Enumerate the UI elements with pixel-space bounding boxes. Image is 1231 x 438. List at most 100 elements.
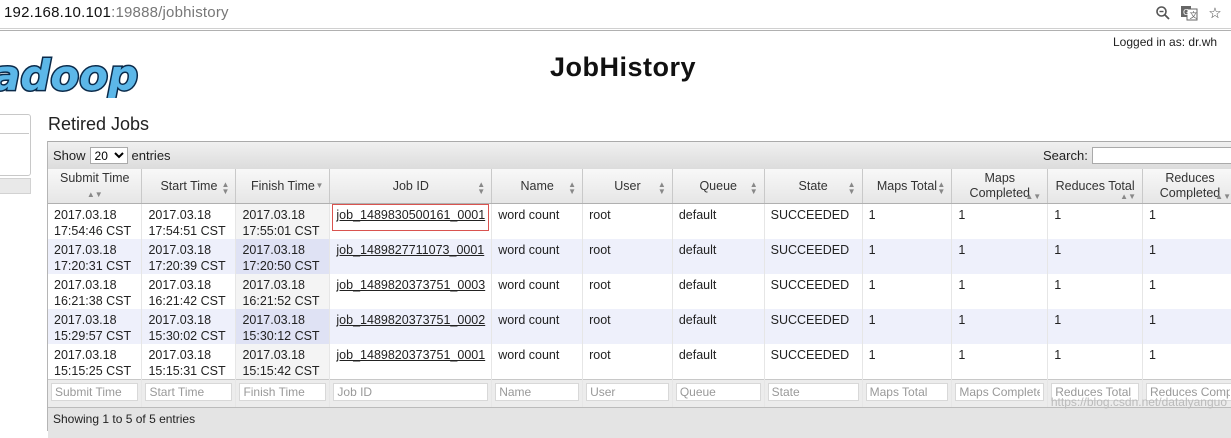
col-user[interactable]: User ▲ ▼ — [582, 169, 673, 204]
table-row[interactable]: 2017.03.18 17:54:46 CST 2017.03.18 17:54:51… — [48, 203, 1231, 239]
column-filter-input[interactable] — [51, 383, 139, 401]
column-filter-input[interactable] — [239, 383, 327, 401]
sidebar-header[interactable] — [0, 114, 29, 134]
column-filter-input[interactable] — [333, 383, 489, 401]
submit-time: 15:15:25 CST — [54, 364, 132, 378]
column-filter-input[interactable] — [767, 383, 859, 401]
filter-cell — [764, 379, 863, 409]
header-divider — [0, 30, 1231, 31]
sort-icon: ▲▼ — [1215, 192, 1231, 201]
cell-start-time: 2017.03.18 17:20:39 CST — [141, 239, 237, 274]
filter-cell — [951, 379, 1049, 409]
cell-user: root — [582, 344, 673, 380]
cell-reduces-completed: 1 — [1142, 309, 1231, 344]
col-state[interactable]: State ▲ ▼ — [764, 169, 863, 204]
cell-finish-time: 2017.03.18 17:20:50 CST — [235, 239, 331, 274]
job-id-link[interactable]: job_1489820373751_0003 — [336, 278, 485, 292]
cell-submit-time: 2017.03.18 15:29:57 CST — [48, 309, 143, 344]
column-filter-input[interactable] — [145, 383, 233, 401]
col-label: State — [798, 178, 828, 193]
submit-date: 2017.03.18 — [54, 313, 117, 327]
sort-icon: ▲▼ — [221, 180, 230, 196]
col-name[interactable]: Name ▲ ▼ — [491, 169, 584, 204]
col-queue[interactable]: Queue ▲ ▼ — [672, 169, 765, 204]
column-filter-input[interactable] — [495, 383, 580, 401]
logged-in-user: Logged in as: dr.wh — [1113, 35, 1218, 49]
col-submit-time[interactable]: Submit Time ▲▼ — [48, 169, 143, 204]
sort-icon: ▲▼ — [847, 180, 856, 196]
entries-per-page-select[interactable]: 20 — [89, 147, 128, 164]
cell-name: word count — [491, 239, 584, 274]
table-row[interactable]: 2017.03.18 17:20:31 CST 2017.03.18 17:20:39… — [48, 239, 1231, 274]
finish-time: 17:55:01 CST — [242, 224, 320, 238]
job-id-link[interactable]: job_1489820373751_0002 — [336, 313, 485, 327]
table-row[interactable]: 2017.03.18 16:21:38 CST 2017.03.18 16:21:42… — [48, 274, 1231, 309]
finish-time: 17:20:50 CST — [242, 259, 320, 273]
cell-user: root — [582, 274, 673, 309]
sidebar-strip[interactable] — [0, 178, 31, 194]
job-id-link[interactable]: job_1489830500161_0001 — [336, 208, 485, 222]
col-label: Maps Completed — [969, 171, 1030, 200]
col-maps-total[interactable]: Maps Total ▲ ▼ — [862, 169, 953, 204]
table-row[interactable]: 2017.03.18 15:29:57 CST 2017.03.18 15:30:02… — [48, 309, 1231, 344]
jobs-table: Submit Time ▲▼ Start Time ▲ ▼ Finish Time ▼ … — [48, 169, 1231, 409]
cell-user: root — [582, 309, 673, 344]
cell-finish-time: 2017.03.18 16:21:52 CST — [235, 274, 331, 309]
zoom-icon[interactable] — [1153, 3, 1173, 23]
column-filter-input[interactable] — [586, 383, 669, 401]
maps-completed: 1 — [958, 243, 966, 257]
job-queue: default — [678, 208, 717, 222]
start-time: 16:21:42 CST — [148, 294, 226, 308]
job-name: word count — [498, 348, 560, 362]
cell-user: root — [582, 239, 673, 274]
col-label: Maps Total — [876, 178, 938, 193]
search-input[interactable] — [1091, 147, 1231, 164]
url-text[interactable]: 192.168.10.101:19888/jobhistory — [4, 4, 229, 21]
cell-state: SUCCEEDED — [764, 203, 863, 239]
maps-total: 1 — [868, 313, 876, 327]
cell-job-id: job_1489820373751_0003 — [329, 274, 493, 309]
table-row[interactable]: 2017.03.18 15:15:25 CST 2017.03.18 15:15:31… — [48, 344, 1231, 380]
submit-time: 17:54:46 CST — [54, 224, 132, 238]
cell-reduces-completed: 1 — [1142, 239, 1231, 274]
cell-finish-time: 2017.03.18 15:30:12 CST — [235, 309, 331, 344]
col-start-time[interactable]: Start Time ▲ ▼ — [141, 169, 237, 204]
col-finish-time[interactable]: Finish Time ▼ — [235, 169, 331, 204]
job-queue: default — [678, 243, 717, 257]
cell-name: word count — [491, 274, 584, 309]
col-reduces-total[interactable]: Reduces Total ▲▼ — [1047, 169, 1144, 204]
translate-icon[interactable]: G文 — [1179, 3, 1199, 23]
column-filter-input[interactable] — [955, 383, 1045, 401]
job-user: root — [589, 278, 611, 292]
col-label: Reduces Completed — [1159, 171, 1221, 200]
cell-start-time: 2017.03.18 17:54:51 CST — [141, 203, 237, 239]
job-user: root — [589, 313, 611, 327]
col-reduces-completed[interactable]: Reduces Completed ▲▼ — [1142, 169, 1231, 204]
col-label: Start Time — [160, 178, 218, 193]
col-label: Name — [520, 178, 554, 193]
job-user: root — [589, 348, 611, 362]
table-info-text: Showing 1 to 5 of 5 entries — [53, 412, 196, 426]
watermark-text: https://blog.csdn.net/datalyanguo — [1050, 395, 1227, 409]
cell-maps-total: 1 — [862, 309, 953, 344]
finish-date: 2017.03.18 — [242, 243, 305, 257]
column-filter-input[interactable] — [675, 383, 761, 401]
sort-icon: ▲▼ — [1025, 192, 1042, 201]
bookmark-star-icon[interactable]: ☆ — [1205, 3, 1225, 23]
cell-state: SUCCEEDED — [764, 239, 863, 274]
start-date: 2017.03.18 — [148, 243, 212, 257]
url-host: 192.168.10.101 — [4, 4, 112, 21]
sort-desc-icon: ▼ — [315, 181, 324, 190]
col-job-id[interactable]: Job ID ▲ ▼ — [329, 169, 493, 204]
search-label: Search: — [1043, 148, 1088, 163]
job-name: word count — [498, 208, 560, 222]
job-id-link[interactable]: job_1489820373751_0001 — [336, 348, 485, 362]
job-id-link[interactable]: job_1489827711073_0001 — [336, 243, 484, 257]
address-bar[interactable]: 192.168.10.101:19888/jobhistory G文 ☆ — [0, 0, 1231, 29]
entries-label: entries — [131, 148, 171, 163]
column-filter-input[interactable] — [865, 383, 949, 401]
col-maps-completed[interactable]: Maps Completed ▲▼ — [951, 169, 1049, 204]
submit-date: 2017.03.18 — [54, 278, 117, 292]
submit-time: 15:29:57 CST — [54, 329, 132, 343]
cell-submit-time: 2017.03.18 17:20:31 CST — [48, 239, 143, 274]
